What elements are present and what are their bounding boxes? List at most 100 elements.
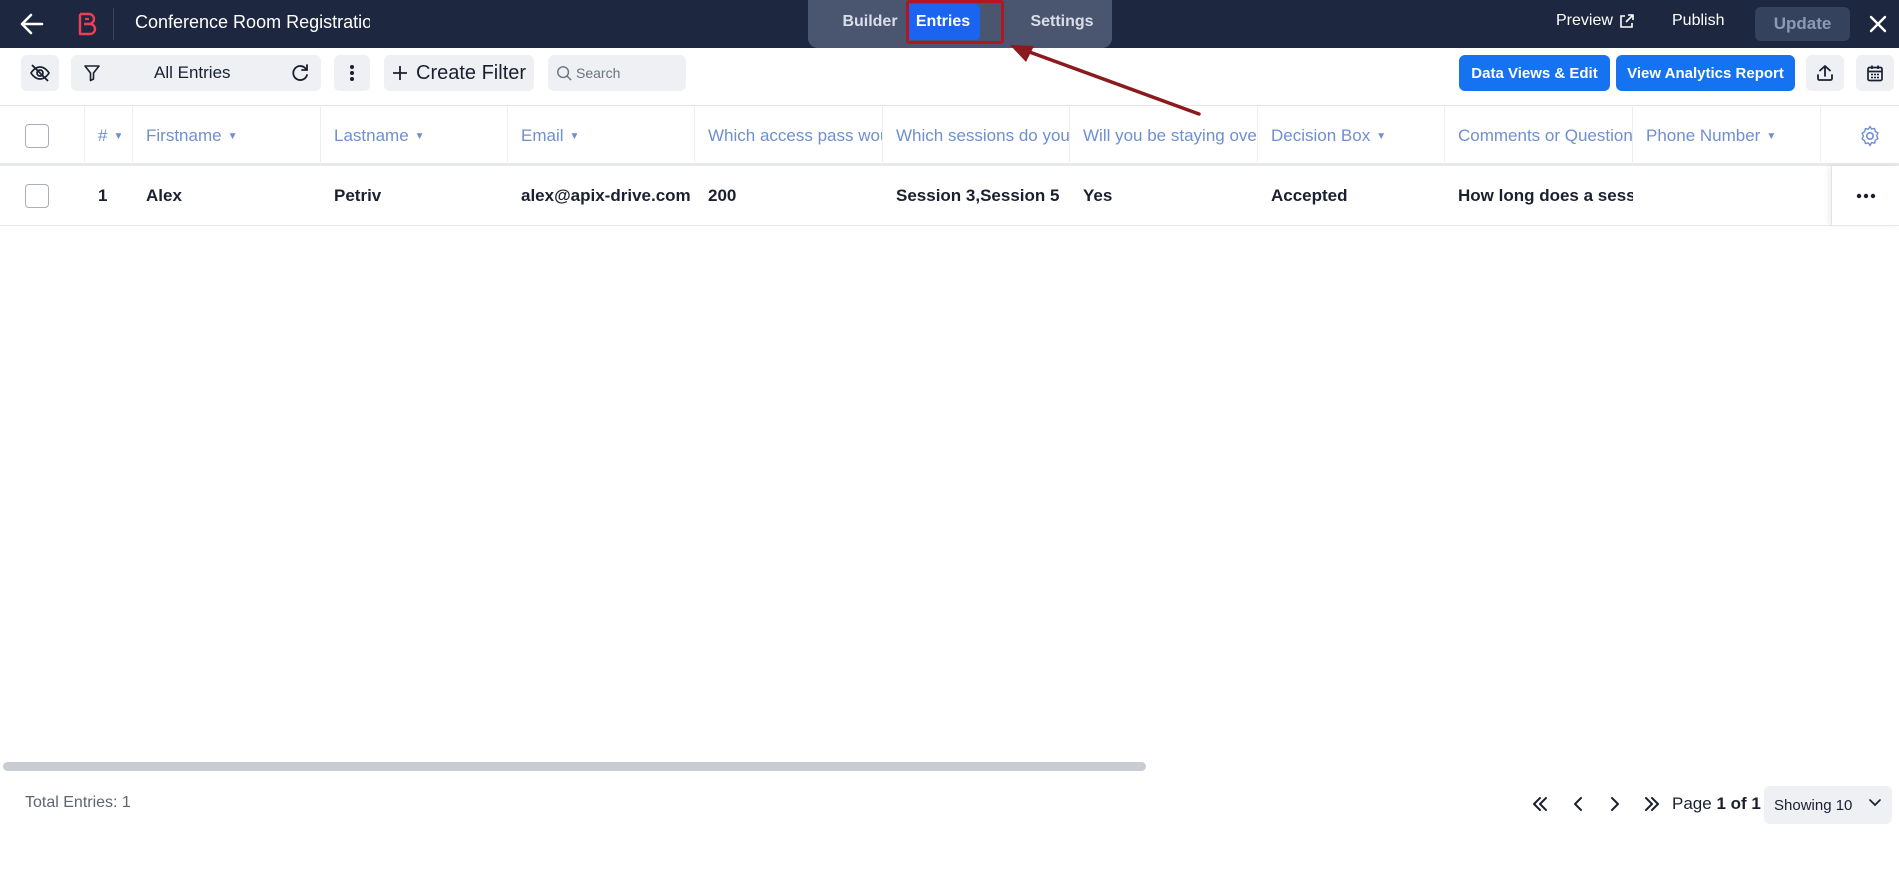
column-header-label: Firstname: [146, 126, 222, 145]
external-link-icon: [1620, 13, 1634, 28]
eye-off-icon: [30, 64, 50, 82]
preview-button[interactable]: Preview: [1556, 12, 1634, 30]
select-all-cell: [0, 106, 85, 166]
filter-label: All Entries: [154, 63, 231, 82]
page-value: 1 of 1: [1716, 794, 1761, 813]
table-row[interactable]: 1 Alex Petriv alex@apix-drive.com 200 Se…: [0, 166, 1899, 226]
entries-toolbar: All Entries Create Filter Data Views & E…: [0, 48, 1899, 106]
row-select-cell: [0, 166, 85, 226]
entries-table-header: # ▼ Firstname ▼ Lastname ▼ Email ▼ Which acc…: [0, 106, 1899, 166]
export-button[interactable]: [1806, 55, 1844, 91]
calendar-button[interactable]: [1856, 55, 1894, 91]
cell-staying: Yes: [1083, 186, 1113, 205]
horizontal-dots-icon: [1856, 193, 1875, 199]
column-header-label: Decision Box: [1271, 126, 1371, 145]
column-header-label: Email: [521, 126, 564, 145]
select-all-checkbox[interactable]: [25, 124, 49, 148]
page-size-select[interactable]: Showing 10: [1764, 786, 1892, 824]
tab-settings[interactable]: Settings: [1022, 4, 1102, 40]
column-header-access-pass[interactable]: Which access pass wou: [695, 106, 883, 166]
cell-email: alex@apix-drive.com: [521, 186, 691, 205]
chevron-left-icon: [1574, 797, 1582, 811]
column-header-label: Which sessions do you: [896, 126, 1070, 145]
plus-icon: [393, 66, 407, 80]
cell-lastname: Petriv: [334, 186, 382, 205]
cell-access-pass: 200: [708, 186, 737, 205]
search-box: [548, 55, 686, 91]
column-header-label: Phone Number: [1646, 126, 1761, 145]
column-header-number[interactable]: # ▼: [85, 106, 133, 166]
next-page-button[interactable]: [1601, 786, 1629, 822]
cell-sessions: Session 3,Session 5: [896, 186, 1060, 205]
tab-builder[interactable]: Builder: [824, 4, 916, 40]
main-tabs: Builder Entries Settings: [808, 0, 1112, 48]
sort-caret-icon: ▼: [113, 130, 124, 142]
chevrons-left-icon: [1533, 797, 1547, 811]
column-header-label: Lastname: [334, 126, 409, 145]
back-button[interactable]: [14, 8, 50, 40]
cell-number: 1: [98, 186, 108, 205]
column-header-staying[interactable]: Will you be staying ove: [1070, 106, 1258, 166]
search-input[interactable]: [576, 65, 686, 81]
entries-filter-select[interactable]: All Entries: [71, 55, 321, 91]
page-prefix: Page: [1672, 794, 1712, 813]
last-page-button[interactable]: [1638, 786, 1666, 822]
column-header-decision[interactable]: Decision Box ▼: [1258, 106, 1445, 166]
sort-caret-icon: ▼: [414, 130, 425, 142]
close-icon: [1869, 15, 1887, 33]
data-views-edit-button[interactable]: Data Views & Edit: [1459, 55, 1610, 91]
cell-phone: [1633, 166, 1821, 226]
logo-icon: [78, 12, 97, 36]
column-header-label: Comments or Question: [1458, 126, 1633, 145]
create-filter-button[interactable]: Create Filter: [384, 55, 534, 91]
app-logo: [72, 8, 102, 40]
column-header-label: Which access pass wou: [708, 126, 883, 145]
column-header-label: Will you be staying ove: [1083, 126, 1257, 145]
preview-label: Preview: [1556, 12, 1613, 29]
publish-button[interactable]: Publish: [1672, 12, 1724, 30]
calendar-icon: [1867, 65, 1883, 82]
cell-comments: How long does a sessic: [1458, 186, 1633, 205]
create-filter-label: Create Filter: [416, 61, 527, 84]
toggle-hidden-button[interactable]: [21, 55, 59, 91]
view-analytics-report-button[interactable]: View Analytics Report: [1616, 55, 1795, 91]
column-header-label: #: [98, 126, 108, 145]
more-options-button[interactable]: [334, 55, 370, 91]
search-icon: [557, 66, 572, 81]
sort-caret-icon: ▼: [569, 130, 580, 142]
title-divider: [113, 8, 114, 40]
cell-decision: Accepted: [1271, 186, 1348, 205]
form-title: Conference Room Registratior: [135, 12, 370, 32]
horizontal-scrollbar[interactable]: [3, 762, 1146, 771]
cell-firstname: Alex: [146, 186, 182, 205]
row-checkbox[interactable]: [25, 184, 49, 208]
page-indicator: Page 1 of 1: [1672, 794, 1761, 814]
update-button[interactable]: Update: [1755, 7, 1850, 41]
filter-icon: [84, 65, 100, 82]
chevrons-right-icon: [1645, 797, 1659, 811]
previous-page-button[interactable]: [1564, 786, 1592, 822]
column-header-email[interactable]: Email ▼: [508, 106, 695, 166]
column-header-phone[interactable]: Phone Number ▼: [1633, 106, 1821, 166]
top-bar: Conference Room Registratior Builder Ent…: [0, 0, 1899, 48]
sort-caret-icon: ▼: [1766, 130, 1777, 142]
chevron-down-icon: [1869, 799, 1881, 807]
column-header-sessions[interactable]: Which sessions do you: [883, 106, 1070, 166]
column-settings-button[interactable]: [1840, 106, 1899, 166]
column-header-lastname[interactable]: Lastname ▼: [321, 106, 508, 166]
column-header-firstname[interactable]: Firstname ▼: [133, 106, 321, 166]
refresh-icon[interactable]: [289, 63, 311, 83]
upload-icon: [1817, 65, 1833, 81]
close-button[interactable]: [1864, 10, 1892, 38]
column-header-comments[interactable]: Comments or Question: [1445, 106, 1633, 166]
tab-entries[interactable]: Entries: [906, 4, 980, 40]
gear-icon: [1860, 125, 1879, 147]
page-size-label: Showing 10: [1774, 796, 1853, 814]
chevron-right-icon: [1611, 797, 1619, 811]
sort-caret-icon: ▼: [1376, 130, 1387, 142]
row-actions-button[interactable]: [1831, 166, 1899, 226]
sort-caret-icon: ▼: [227, 130, 238, 142]
arrow-left-icon: [20, 13, 44, 35]
vertical-dots-icon: [350, 65, 354, 81]
first-page-button[interactable]: [1526, 786, 1554, 822]
